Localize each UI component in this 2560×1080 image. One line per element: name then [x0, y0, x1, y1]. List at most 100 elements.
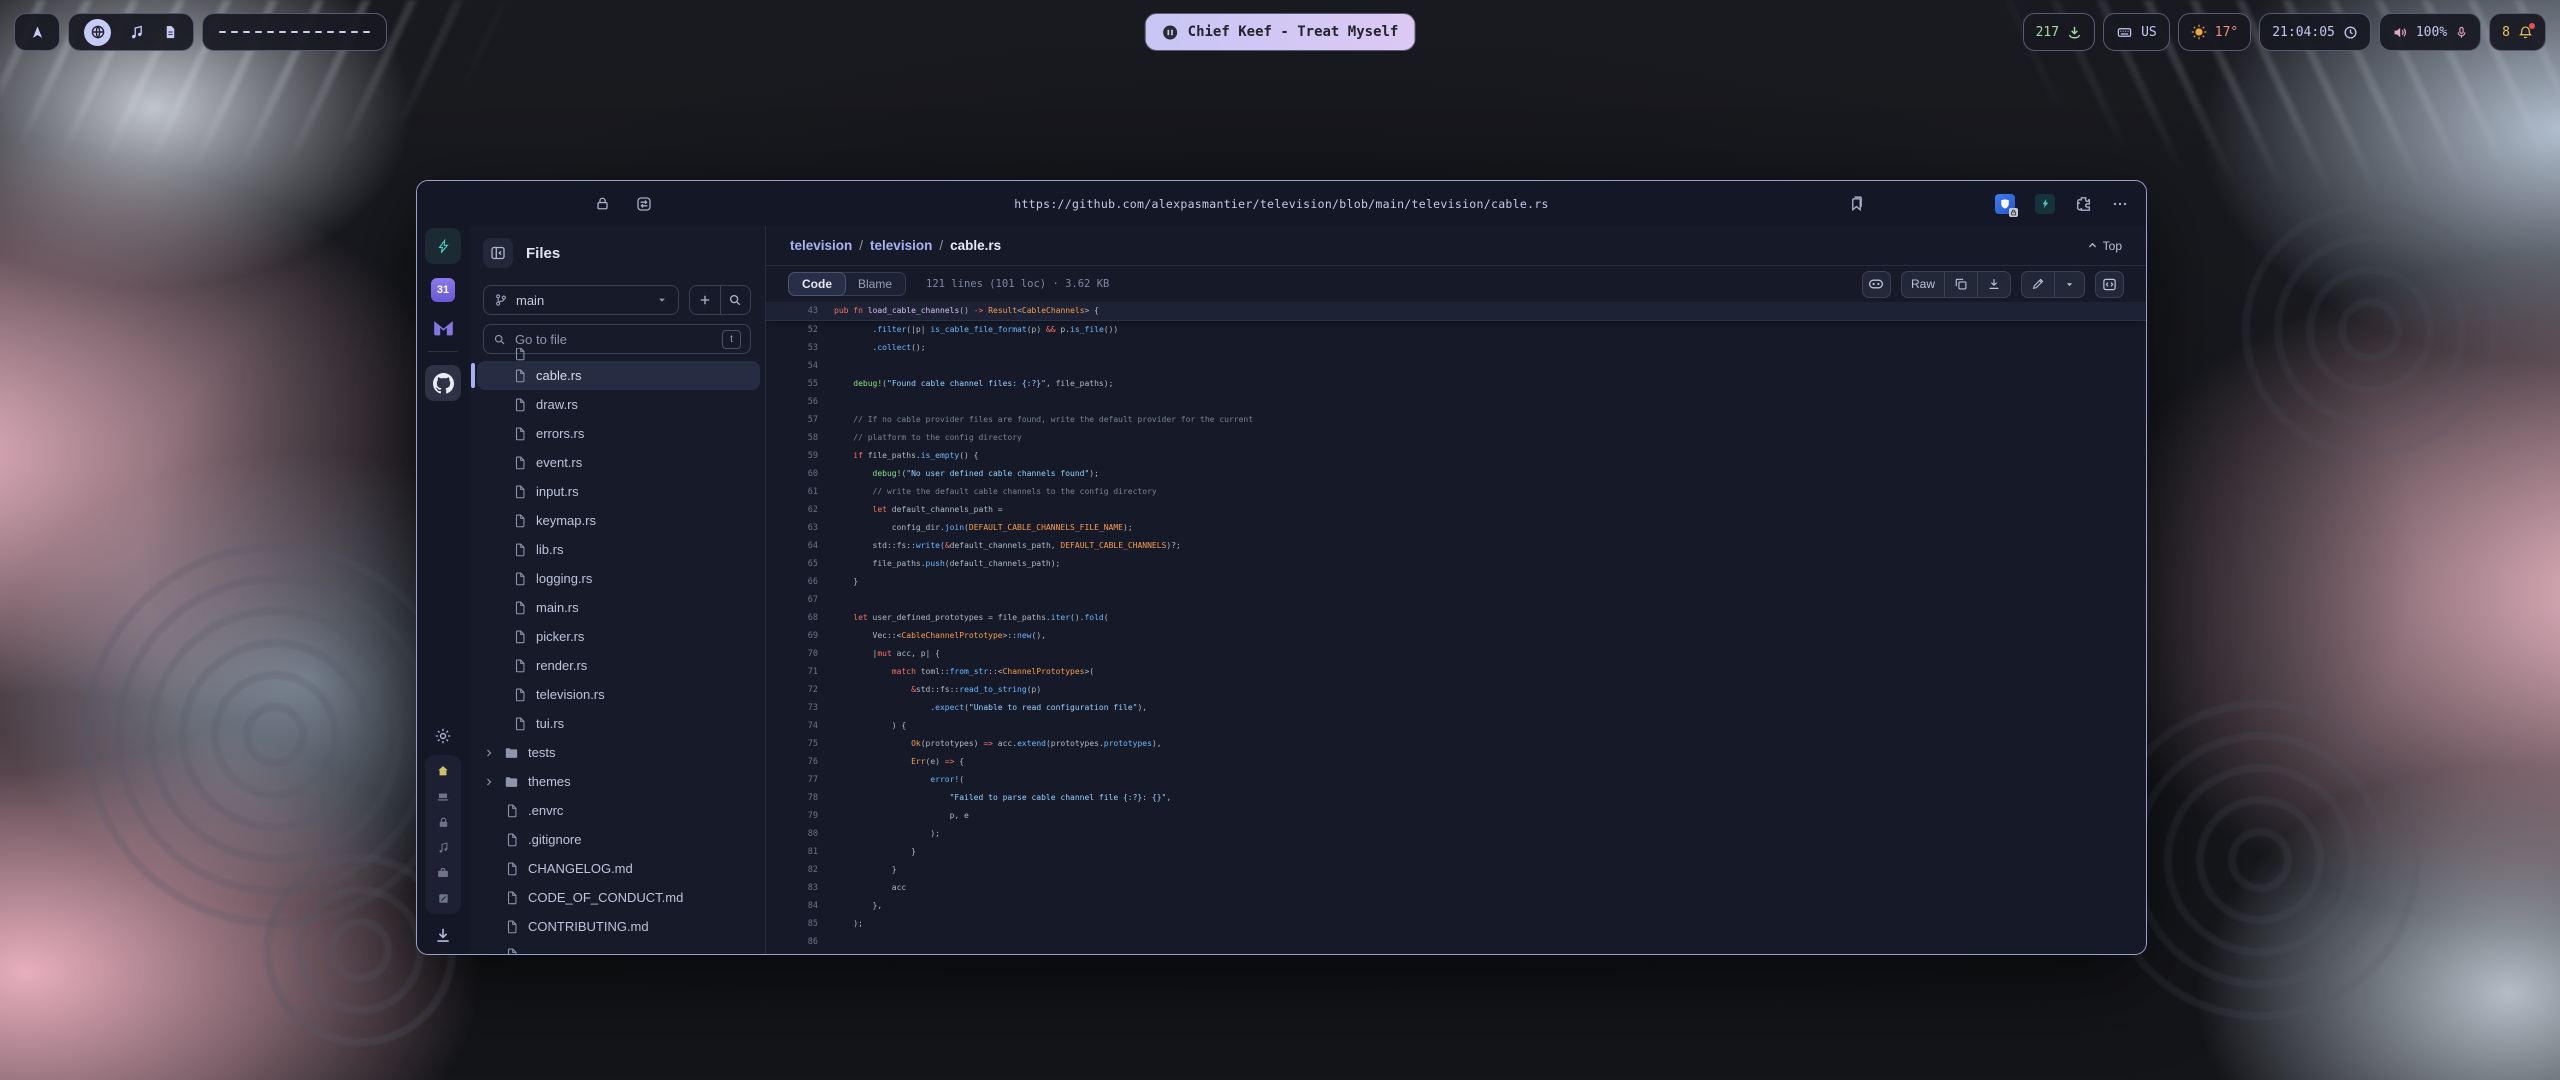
- tree-item-.gitignore[interactable]: .gitignore: [477, 825, 760, 854]
- clock-widget[interactable]: 21:04:05: [2259, 13, 2371, 51]
- line-number[interactable]: 74: [766, 717, 834, 735]
- tree-item-event.rs[interactable]: event.rs: [477, 448, 760, 477]
- tree-item-main.rs[interactable]: main.rs: [477, 593, 760, 622]
- tree-item-draw.rs[interactable]: draw.rs: [477, 390, 760, 419]
- tree-item-keymap.rs[interactable]: keymap.rs: [477, 506, 760, 535]
- line-number[interactable]: 67: [766, 591, 834, 609]
- line-number[interactable]: 80: [766, 825, 834, 843]
- line-number[interactable]: 86: [766, 933, 834, 951]
- pinned-mail-tab[interactable]: [432, 318, 455, 338]
- tree-folder-themes[interactable]: themes: [477, 767, 760, 796]
- line-number[interactable]: 63: [766, 519, 834, 537]
- tree-item-input.rs[interactable]: input.rs: [477, 477, 760, 506]
- back-to-top-link[interactable]: Top: [2087, 239, 2122, 253]
- line-number[interactable]: 62: [766, 501, 834, 519]
- line-number[interactable]: 59: [766, 447, 834, 465]
- line-number[interactable]: 66: [766, 573, 834, 591]
- tree-item-picker.rs[interactable]: picker.rs: [477, 622, 760, 651]
- line-number[interactable]: 70: [766, 645, 834, 663]
- launcher-button[interactable]: [14, 13, 60, 51]
- tree-item-CODE_OF_CONDUCT.md[interactable]: CODE_OF_CONDUCT.md: [477, 883, 760, 912]
- workspace-lock-icon[interactable]: [437, 816, 450, 829]
- notifications-widget[interactable]: 8: [2489, 13, 2546, 51]
- raw-button[interactable]: Raw: [1902, 272, 1944, 297]
- goto-file-input[interactable]: [513, 331, 715, 348]
- weather-widget[interactable]: 17°: [2178, 13, 2251, 51]
- dock-browser-button[interactable]: [84, 19, 111, 46]
- tree-item-lib.rs[interactable]: lib.rs: [477, 535, 760, 564]
- tree-item-clipped[interactable]: [477, 941, 760, 954]
- line-number[interactable]: 57: [766, 411, 834, 429]
- settings-gear-icon[interactable]: [434, 727, 452, 745]
- line-number[interactable]: 84: [766, 897, 834, 915]
- tree-item-CONTRIBUTING.md[interactable]: CONTRIBUTING.md: [477, 912, 760, 941]
- copilot-button[interactable]: [1862, 271, 1891, 298]
- tree-item-clipped[interactable]: [477, 348, 760, 361]
- workspace-house-icon[interactable]: [436, 764, 450, 778]
- line-number[interactable]: 71: [766, 663, 834, 681]
- edit-caret-icon[interactable]: [2054, 272, 2084, 297]
- tree-item-cable.rs[interactable]: cable.rs: [477, 361, 760, 390]
- dock-music-button[interactable]: [129, 24, 145, 40]
- tree-item-errors.rs[interactable]: errors.rs: [477, 419, 760, 448]
- workspace-memo-icon[interactable]: [437, 892, 450, 905]
- line-number[interactable]: 60: [766, 465, 834, 483]
- line-number[interactable]: 58: [766, 429, 834, 447]
- line-number[interactable]: 77: [766, 771, 834, 789]
- line-number[interactable]: 53: [766, 339, 834, 357]
- line-number[interactable]: 81: [766, 843, 834, 861]
- line-number[interactable]: 56: [766, 393, 834, 411]
- workspace-briefcase-icon[interactable]: [436, 866, 450, 880]
- updates-widget[interactable]: 217: [2023, 13, 2095, 51]
- breadcrumb-dir-link[interactable]: television: [870, 238, 932, 253]
- line-number[interactable]: 65: [766, 555, 834, 573]
- line-number[interactable]: 85: [766, 915, 834, 933]
- symbols-button[interactable]: [2095, 271, 2124, 298]
- search-tree-button[interactable]: [720, 286, 751, 314]
- line-number[interactable]: 54: [766, 357, 834, 375]
- line-number[interactable]: 73: [766, 699, 834, 717]
- tree-item-CHANGELOG.md[interactable]: CHANGELOG.md: [477, 854, 760, 883]
- line-number[interactable]: 64: [766, 537, 834, 555]
- github-tab-active[interactable]: [425, 365, 461, 401]
- branch-selector[interactable]: main: [483, 285, 679, 315]
- tab-blame[interactable]: Blame: [845, 273, 905, 295]
- tree-item-render.rs[interactable]: render.rs: [477, 651, 760, 680]
- line-number[interactable]: 52: [766, 321, 834, 339]
- line-number[interactable]: 68: [766, 609, 834, 627]
- more-menu-icon[interactable]: [2112, 196, 2128, 212]
- workspace-laptop-icon[interactable]: [436, 790, 450, 804]
- pinned-bolt-tab[interactable]: [425, 228, 461, 264]
- collapse-sidebar-button[interactable]: [483, 238, 513, 268]
- line-number[interactable]: 78: [766, 789, 834, 807]
- tree-item-tui.rs[interactable]: tui.rs: [477, 709, 760, 738]
- tree-folder-tests[interactable]: tests: [477, 738, 760, 767]
- line-number[interactable]: 75: [766, 735, 834, 753]
- copy-icon[interactable]: [1944, 272, 1977, 297]
- tree-item-logging.rs[interactable]: logging.rs: [477, 564, 760, 593]
- bookmark-icon[interactable]: [1848, 195, 1865, 212]
- line-number[interactable]: 76: [766, 753, 834, 771]
- line-number[interactable]: 43: [766, 302, 834, 320]
- line-number[interactable]: 82: [766, 861, 834, 879]
- url-bar[interactable]: https://github.com/alexpasmantier/televi…: [1014, 197, 1549, 211]
- bolt-extension-icon[interactable]: [2035, 194, 2055, 214]
- download-icon[interactable]: [1977, 272, 2010, 297]
- breadcrumb-repo-link[interactable]: television: [790, 238, 852, 253]
- extensions-puzzle-icon[interactable]: [2075, 195, 2092, 212]
- workspace-indicator[interactable]: [202, 13, 387, 51]
- line-number[interactable]: 72: [766, 681, 834, 699]
- new-file-button[interactable]: [690, 286, 720, 314]
- keyboard-layout-widget[interactable]: US: [2103, 13, 2170, 51]
- tab-code[interactable]: Code: [788, 272, 846, 296]
- line-number[interactable]: 79: [766, 807, 834, 825]
- lock-icon[interactable]: [595, 196, 610, 211]
- tree-item-television.rs[interactable]: television.rs: [477, 680, 760, 709]
- media-widget[interactable]: Chief Keef - Treat Myself: [1145, 13, 1416, 51]
- downloads-icon[interactable]: [434, 926, 452, 944]
- tree-item-.envrc[interactable]: .envrc: [477, 796, 760, 825]
- edit-pencil-icon[interactable]: [2022, 272, 2054, 297]
- audio-widget[interactable]: 100%: [2379, 13, 2481, 51]
- password-manager-extension-icon[interactable]: [1995, 194, 2015, 214]
- pinned-calendar-tab[interactable]: 31: [431, 278, 455, 302]
